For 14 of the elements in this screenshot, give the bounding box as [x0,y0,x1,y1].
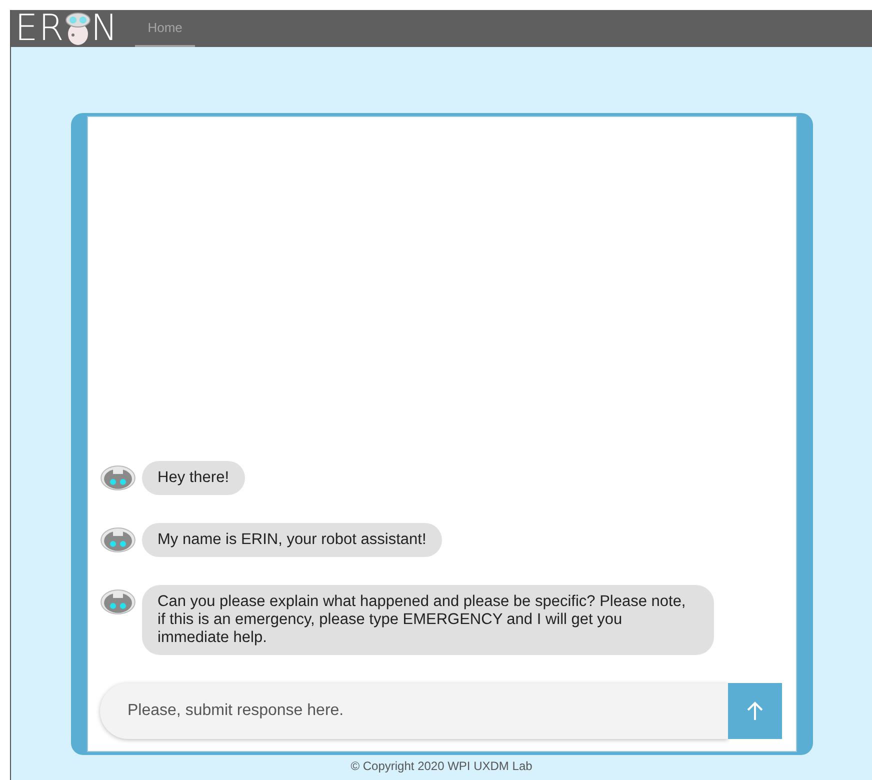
arrow-up-icon [746,701,764,721]
robot-logo-icon [64,12,91,46]
nav-tab[interactable]: Home [134,10,196,47]
robot-avatar-icon [100,465,136,491]
send-button[interactable] [728,683,782,739]
chat-bubble: Can you please explain what happened and please be specific? Please note, if this is an emergency, please type EMERGENCY and I will get you immediate help. [142,585,714,655]
copyright-text: © Copyright 2020 WPI UXDM Lab [350,759,532,773]
robot-avatar-icon [100,527,136,553]
chat-bubble: My name is ERIN, your robot assistant! [142,523,442,557]
chat-bubble: Hey there! [142,461,246,495]
logo-text: ER [15,10,65,47]
logo-text: N [90,10,119,47]
response-field[interactable]: Please, submit response here. [100,683,728,739]
robot-avatar-icon [100,589,136,615]
